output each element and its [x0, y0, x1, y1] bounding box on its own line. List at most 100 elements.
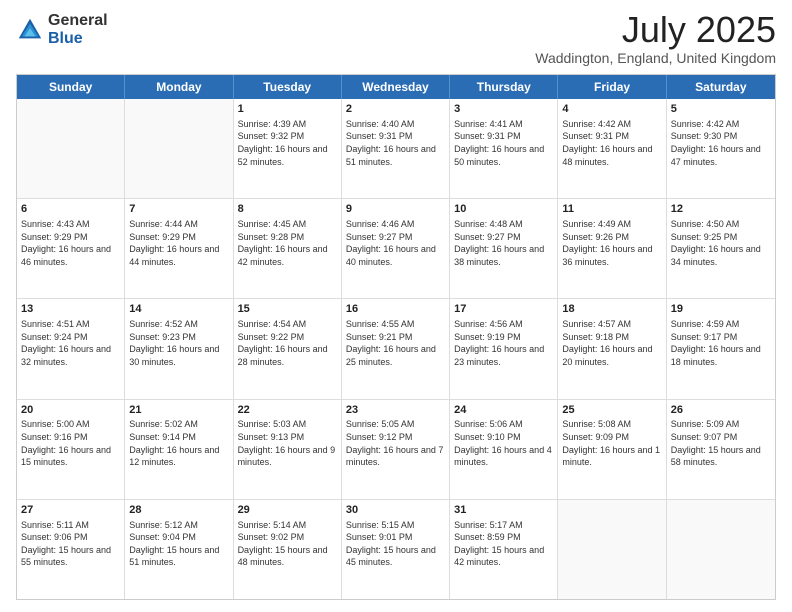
cell-info: Sunrise: 5:08 AM Sunset: 9:09 PM Dayligh…	[562, 418, 661, 468]
day-number: 13	[21, 302, 120, 317]
calendar-header-wednesday: Wednesday	[342, 75, 450, 99]
day-number: 18	[562, 302, 661, 317]
cell-info: Sunrise: 5:11 AM Sunset: 9:06 PM Dayligh…	[21, 519, 120, 569]
calendar-cell: 9Sunrise: 4:46 AM Sunset: 9:27 PM Daylig…	[342, 199, 450, 298]
day-number: 21	[129, 403, 228, 418]
cell-info: Sunrise: 4:54 AM Sunset: 9:22 PM Dayligh…	[238, 318, 337, 368]
day-number: 15	[238, 302, 337, 317]
cell-info: Sunrise: 4:44 AM Sunset: 9:29 PM Dayligh…	[129, 218, 228, 268]
day-number: 9	[346, 202, 445, 217]
calendar-cell: 28Sunrise: 5:12 AM Sunset: 9:04 PM Dayli…	[125, 500, 233, 599]
logo-blue: Blue	[48, 30, 108, 48]
day-number: 5	[671, 102, 771, 117]
day-number: 19	[671, 302, 771, 317]
cell-info: Sunrise: 4:42 AM Sunset: 9:31 PM Dayligh…	[562, 118, 661, 168]
calendar-row: 1Sunrise: 4:39 AM Sunset: 9:32 PM Daylig…	[17, 99, 775, 198]
day-number: 6	[21, 202, 120, 217]
title-block: July 2025 Waddington, England, United Ki…	[535, 12, 776, 66]
cell-info: Sunrise: 5:05 AM Sunset: 9:12 PM Dayligh…	[346, 418, 445, 468]
calendar-cell: 25Sunrise: 5:08 AM Sunset: 9:09 PM Dayli…	[558, 400, 666, 499]
calendar-header-tuesday: Tuesday	[234, 75, 342, 99]
cell-info: Sunrise: 4:46 AM Sunset: 9:27 PM Dayligh…	[346, 218, 445, 268]
logo-text: General Blue	[48, 12, 108, 47]
calendar-cell: 21Sunrise: 5:02 AM Sunset: 9:14 PM Dayli…	[125, 400, 233, 499]
day-number: 4	[562, 102, 661, 117]
calendar-row: 13Sunrise: 4:51 AM Sunset: 9:24 PM Dayli…	[17, 298, 775, 398]
calendar-cell: 22Sunrise: 5:03 AM Sunset: 9:13 PM Dayli…	[234, 400, 342, 499]
cell-info: Sunrise: 5:03 AM Sunset: 9:13 PM Dayligh…	[238, 418, 337, 468]
calendar-cell: 7Sunrise: 4:44 AM Sunset: 9:29 PM Daylig…	[125, 199, 233, 298]
day-number: 30	[346, 503, 445, 518]
calendar-row: 27Sunrise: 5:11 AM Sunset: 9:06 PM Dayli…	[17, 499, 775, 599]
day-number: 26	[671, 403, 771, 418]
logo: General Blue	[16, 12, 108, 47]
calendar-cell: 17Sunrise: 4:56 AM Sunset: 9:19 PM Dayli…	[450, 299, 558, 398]
calendar-cell: 5Sunrise: 4:42 AM Sunset: 9:30 PM Daylig…	[667, 99, 775, 198]
calendar-cell: 20Sunrise: 5:00 AM Sunset: 9:16 PM Dayli…	[17, 400, 125, 499]
logo-icon	[16, 16, 44, 44]
calendar-cell: 3Sunrise: 4:41 AM Sunset: 9:31 PM Daylig…	[450, 99, 558, 198]
calendar-cell	[17, 99, 125, 198]
day-number: 24	[454, 403, 553, 418]
day-number: 1	[238, 102, 337, 117]
calendar-row: 20Sunrise: 5:00 AM Sunset: 9:16 PM Dayli…	[17, 399, 775, 499]
day-number: 20	[21, 403, 120, 418]
calendar-cell: 30Sunrise: 5:15 AM Sunset: 9:01 PM Dayli…	[342, 500, 450, 599]
calendar-cell	[125, 99, 233, 198]
cell-info: Sunrise: 4:59 AM Sunset: 9:17 PM Dayligh…	[671, 318, 771, 368]
cell-info: Sunrise: 4:48 AM Sunset: 9:27 PM Dayligh…	[454, 218, 553, 268]
cell-info: Sunrise: 5:17 AM Sunset: 8:59 PM Dayligh…	[454, 519, 553, 569]
calendar-cell: 26Sunrise: 5:09 AM Sunset: 9:07 PM Dayli…	[667, 400, 775, 499]
calendar-body: 1Sunrise: 4:39 AM Sunset: 9:32 PM Daylig…	[17, 99, 775, 599]
calendar-header-thursday: Thursday	[450, 75, 558, 99]
calendar-cell: 6Sunrise: 4:43 AM Sunset: 9:29 PM Daylig…	[17, 199, 125, 298]
day-number: 22	[238, 403, 337, 418]
cell-info: Sunrise: 5:09 AM Sunset: 9:07 PM Dayligh…	[671, 418, 771, 468]
calendar-cell: 1Sunrise: 4:39 AM Sunset: 9:32 PM Daylig…	[234, 99, 342, 198]
calendar-cell: 16Sunrise: 4:55 AM Sunset: 9:21 PM Dayli…	[342, 299, 450, 398]
cell-info: Sunrise: 4:51 AM Sunset: 9:24 PM Dayligh…	[21, 318, 120, 368]
cell-info: Sunrise: 5:12 AM Sunset: 9:04 PM Dayligh…	[129, 519, 228, 569]
cell-info: Sunrise: 5:14 AM Sunset: 9:02 PM Dayligh…	[238, 519, 337, 569]
calendar-cell: 19Sunrise: 4:59 AM Sunset: 9:17 PM Dayli…	[667, 299, 775, 398]
calendar-cell: 2Sunrise: 4:40 AM Sunset: 9:31 PM Daylig…	[342, 99, 450, 198]
day-number: 27	[21, 503, 120, 518]
calendar-header-saturday: Saturday	[667, 75, 775, 99]
logo-general: General	[48, 12, 108, 30]
calendar-cell: 31Sunrise: 5:17 AM Sunset: 8:59 PM Dayli…	[450, 500, 558, 599]
day-number: 11	[562, 202, 661, 217]
calendar-cell: 4Sunrise: 4:42 AM Sunset: 9:31 PM Daylig…	[558, 99, 666, 198]
calendar-cell: 13Sunrise: 4:51 AM Sunset: 9:24 PM Dayli…	[17, 299, 125, 398]
month-title: July 2025	[535, 12, 776, 48]
calendar-cell: 18Sunrise: 4:57 AM Sunset: 9:18 PM Dayli…	[558, 299, 666, 398]
day-number: 23	[346, 403, 445, 418]
day-number: 16	[346, 302, 445, 317]
day-number: 17	[454, 302, 553, 317]
calendar-cell: 10Sunrise: 4:48 AM Sunset: 9:27 PM Dayli…	[450, 199, 558, 298]
header: General Blue July 2025 Waddington, Engla…	[16, 12, 776, 66]
location: Waddington, England, United Kingdom	[535, 50, 776, 66]
calendar-header: SundayMondayTuesdayWednesdayThursdayFrid…	[17, 75, 775, 99]
cell-info: Sunrise: 4:57 AM Sunset: 9:18 PM Dayligh…	[562, 318, 661, 368]
cell-info: Sunrise: 4:56 AM Sunset: 9:19 PM Dayligh…	[454, 318, 553, 368]
day-number: 10	[454, 202, 553, 217]
calendar-header-monday: Monday	[125, 75, 233, 99]
calendar-cell: 8Sunrise: 4:45 AM Sunset: 9:28 PM Daylig…	[234, 199, 342, 298]
day-number: 2	[346, 102, 445, 117]
calendar-cell: 23Sunrise: 5:05 AM Sunset: 9:12 PM Dayli…	[342, 400, 450, 499]
calendar-cell: 11Sunrise: 4:49 AM Sunset: 9:26 PM Dayli…	[558, 199, 666, 298]
cell-info: Sunrise: 4:42 AM Sunset: 9:30 PM Dayligh…	[671, 118, 771, 168]
day-number: 31	[454, 503, 553, 518]
calendar-cell: 14Sunrise: 4:52 AM Sunset: 9:23 PM Dayli…	[125, 299, 233, 398]
page: General Blue July 2025 Waddington, Engla…	[0, 0, 792, 612]
calendar-cell	[667, 500, 775, 599]
calendar-cell: 27Sunrise: 5:11 AM Sunset: 9:06 PM Dayli…	[17, 500, 125, 599]
cell-info: Sunrise: 5:00 AM Sunset: 9:16 PM Dayligh…	[21, 418, 120, 468]
calendar-cell	[558, 500, 666, 599]
calendar-row: 6Sunrise: 4:43 AM Sunset: 9:29 PM Daylig…	[17, 198, 775, 298]
cell-info: Sunrise: 4:39 AM Sunset: 9:32 PM Dayligh…	[238, 118, 337, 168]
cell-info: Sunrise: 4:55 AM Sunset: 9:21 PM Dayligh…	[346, 318, 445, 368]
calendar: SundayMondayTuesdayWednesdayThursdayFrid…	[16, 74, 776, 600]
day-number: 12	[671, 202, 771, 217]
cell-info: Sunrise: 4:52 AM Sunset: 9:23 PM Dayligh…	[129, 318, 228, 368]
